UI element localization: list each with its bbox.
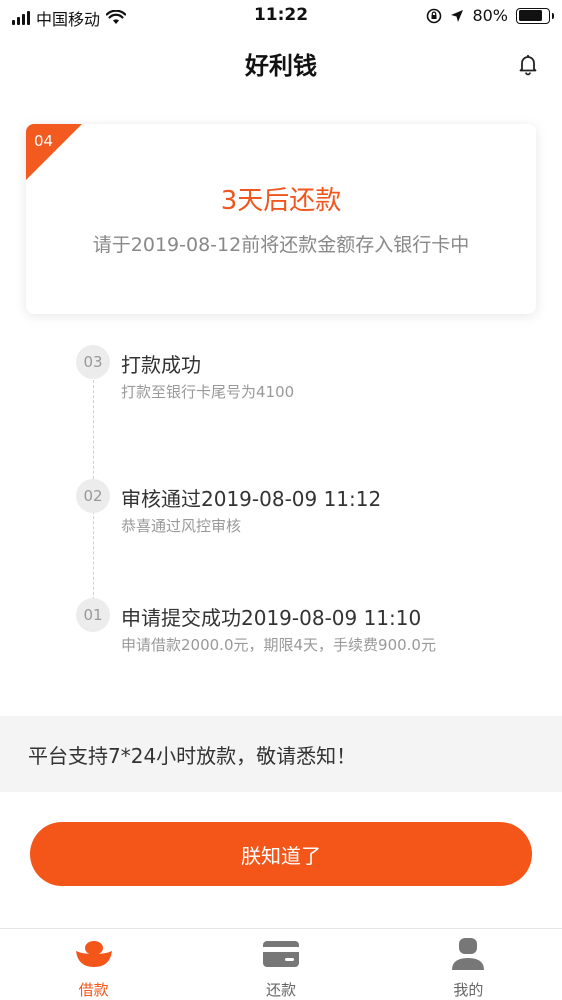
tab-mine[interactable]: 我的 bbox=[375, 929, 562, 1000]
acknowledge-button[interactable]: 朕知道了 bbox=[30, 822, 532, 886]
status-bar: 中国移动 11:22 80% bbox=[0, 0, 562, 34]
nav-bar: 好利钱 bbox=[0, 34, 562, 92]
step-title: 审核通过2019-08-09 11:12 bbox=[121, 487, 382, 511]
repayment-card: 04 3天后还款 请于2019-08-12前将还款金额存入银行卡中 bbox=[26, 124, 536, 314]
progress-timeline: 03 打款成功 打款至银行卡尾号为4100 02 审核通过2019-08-09 … bbox=[0, 345, 562, 685]
step-subtitle: 申请借款2000.0元，期限4天，手续费900.0元 bbox=[121, 636, 436, 654]
rotation-lock-icon bbox=[427, 8, 442, 23]
battery-percent: 80% bbox=[472, 6, 508, 25]
bell-icon[interactable] bbox=[516, 52, 540, 76]
tab-label: 借款 bbox=[78, 981, 109, 999]
card-icon bbox=[262, 941, 299, 967]
tab-label: 还款 bbox=[265, 981, 296, 999]
battery-level bbox=[518, 10, 542, 21]
ingot-icon bbox=[75, 941, 112, 967]
step-circle: 01 bbox=[76, 598, 110, 632]
user-icon bbox=[452, 938, 485, 970]
repayment-description: 请于2019-08-12前将还款金额存入银行卡中 bbox=[92, 234, 470, 256]
repayment-title: 3天后还款 bbox=[220, 186, 342, 216]
step-number: 04 bbox=[34, 132, 54, 150]
step-subtitle: 打款至银行卡尾号为4100 bbox=[121, 383, 295, 401]
step-circle: 02 bbox=[76, 479, 110, 513]
page-title: 好利钱 bbox=[245, 52, 317, 80]
notice-text: 平台支持7*24小时放款，敬请悉知！ bbox=[28, 744, 357, 768]
tab-borrow[interactable]: 借款 bbox=[0, 929, 187, 1000]
tab-label: 我的 bbox=[453, 981, 484, 999]
step-title: 打款成功 bbox=[121, 353, 201, 377]
step-title: 申请提交成功2019-08-09 11:10 bbox=[121, 606, 422, 630]
notice-banner: 平台支持7*24小时放款，敬请悉知！ bbox=[0, 716, 562, 792]
battery-icon bbox=[516, 7, 554, 24]
step-subtitle: 恭喜通过风控审核 bbox=[121, 517, 242, 535]
tab-bar: 借款 还款 我的 bbox=[0, 928, 562, 1000]
step-circle: 03 bbox=[76, 345, 110, 379]
location-icon bbox=[451, 9, 464, 22]
status-right: 80% bbox=[426, 6, 554, 25]
tab-repay[interactable]: 还款 bbox=[187, 929, 374, 1000]
